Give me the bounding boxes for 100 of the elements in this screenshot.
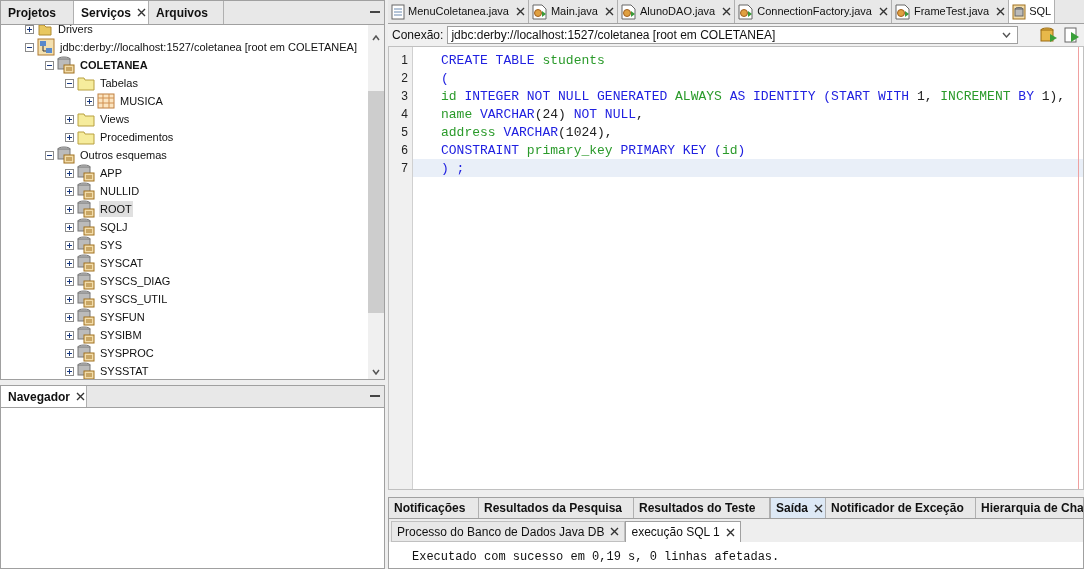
tree-item[interactable]: Outros esquemas bbox=[79, 146, 168, 164]
collapse-icon[interactable] bbox=[25, 42, 34, 52]
expand-icon[interactable] bbox=[25, 25, 34, 34]
close-icon[interactable] bbox=[725, 527, 735, 537]
line-number: 3 bbox=[400, 88, 409, 105]
file-icon bbox=[391, 3, 405, 20]
expand-icon[interactable] bbox=[65, 276, 74, 286]
output-subtab[interactable]: execução SQL 1 bbox=[625, 521, 741, 542]
scrollbar[interactable] bbox=[368, 25, 384, 379]
run-file-icon[interactable] bbox=[1064, 27, 1080, 43]
tree-item[interactable]: ROOT bbox=[99, 200, 133, 218]
close-icon[interactable] bbox=[722, 7, 732, 16]
tree-item[interactable]: Procedimentos bbox=[99, 128, 175, 146]
expand-icon[interactable] bbox=[65, 240, 74, 250]
database-icon bbox=[57, 146, 75, 164]
tree-item[interactable]: MUSICA bbox=[119, 92, 164, 110]
expand-icon[interactable] bbox=[65, 330, 74, 340]
close-icon[interactable] bbox=[814, 503, 823, 513]
database-icon bbox=[77, 344, 95, 362]
file-icon bbox=[738, 3, 755, 20]
tree-item[interactable]: SYSCS_DIAG bbox=[99, 272, 172, 290]
expand-icon[interactable] bbox=[65, 312, 74, 322]
connection-icon bbox=[37, 38, 55, 56]
close-icon[interactable] bbox=[515, 7, 525, 16]
file-icon bbox=[894, 3, 911, 20]
table-icon bbox=[97, 93, 115, 109]
line-number: 4 bbox=[400, 106, 409, 123]
minimize-icon[interactable] bbox=[370, 395, 380, 398]
tree-item[interactable]: Tabelas bbox=[99, 74, 139, 92]
database-icon bbox=[77, 290, 95, 308]
tree-item[interactable]: APP bbox=[99, 164, 123, 182]
database-icon bbox=[77, 326, 95, 344]
close-icon[interactable] bbox=[996, 7, 1006, 16]
panel-tab[interactable]: Navegador bbox=[1, 386, 87, 407]
expand-icon[interactable] bbox=[65, 186, 74, 196]
database-icon bbox=[77, 272, 95, 290]
output-subtab[interactable]: Processo do Banco de Dados Java DB bbox=[391, 521, 626, 542]
tree-item[interactable]: SYSPROC bbox=[99, 344, 155, 362]
editor-tab[interactable]: SQL bbox=[1009, 0, 1056, 23]
line-number: 2 bbox=[400, 70, 409, 87]
expand-icon[interactable] bbox=[65, 114, 74, 124]
expand-icon[interactable] bbox=[65, 222, 74, 232]
line-number: 7 bbox=[400, 160, 409, 177]
tree-item[interactable]: NULLID bbox=[99, 182, 141, 200]
expand-icon[interactable] bbox=[85, 96, 94, 106]
output-message: Executado com sucesso em 0,19 s, 0 linhas afetadas. bbox=[412, 549, 781, 566]
output-tab[interactable]: Saída bbox=[770, 498, 826, 518]
folder-icon bbox=[77, 129, 95, 145]
collapse-icon[interactable] bbox=[45, 150, 54, 160]
collapse-icon[interactable] bbox=[45, 60, 54, 70]
close-icon[interactable] bbox=[76, 392, 86, 401]
tree-item[interactable]: jdbc:derby://localhost:1527/coletanea [root em COLETANEA] bbox=[59, 38, 358, 56]
code-line: CONSTRAINT primary_key PRIMARY KEY (id) bbox=[441, 143, 746, 158]
tree-item[interactable]: Drivers bbox=[57, 25, 94, 38]
tree-item[interactable]: SYSCS_UTIL bbox=[99, 290, 169, 308]
tree-item[interactable]: SYSIBM bbox=[99, 326, 143, 344]
tree-item[interactable]: SYSCAT bbox=[99, 254, 145, 272]
database-icon bbox=[77, 236, 95, 254]
minimize-icon[interactable] bbox=[370, 11, 380, 14]
tree-item[interactable]: SYS bbox=[99, 236, 123, 254]
code-line: id INTEGER NOT NULL GENERATED ALWAYS AS IDENTITY (START WITH 1, INCREMENT BY 1), bbox=[441, 89, 1066, 104]
scroll-down-icon[interactable] bbox=[372, 369, 380, 375]
expand-icon[interactable] bbox=[65, 258, 74, 268]
expand-icon[interactable] bbox=[65, 294, 74, 304]
line-number: 1 bbox=[400, 52, 409, 69]
database-icon bbox=[77, 164, 95, 182]
tree-item[interactable]: SQLJ bbox=[99, 218, 129, 236]
close-icon[interactable] bbox=[605, 7, 614, 16]
expand-icon[interactable] bbox=[65, 348, 74, 358]
expand-icon[interactable] bbox=[65, 204, 74, 214]
scroll-thumb[interactable] bbox=[368, 91, 384, 313]
folder-icon bbox=[77, 111, 95, 127]
panel-tab[interactable]: Serviços bbox=[74, 1, 149, 24]
tree-item[interactable]: SYSFUN bbox=[99, 308, 146, 326]
close-icon[interactable] bbox=[878, 7, 888, 16]
editor-tab[interactable]: MenuColetanea.java bbox=[388, 0, 529, 23]
database-icon bbox=[77, 254, 95, 272]
expand-icon[interactable] bbox=[65, 366, 74, 376]
expand-icon[interactable] bbox=[65, 132, 74, 142]
line-number: 5 bbox=[400, 124, 409, 141]
database-icon bbox=[57, 56, 75, 74]
editor-tab[interactable]: AlunoDAO.java bbox=[618, 0, 736, 23]
connection-dropdown[interactable]: jdbc:derby://localhost:1527/coletanea [root em COLETANEA] bbox=[447, 26, 1018, 44]
close-icon[interactable] bbox=[610, 527, 620, 536]
database-icon bbox=[77, 218, 95, 236]
database-icon bbox=[77, 182, 95, 200]
folder-icon bbox=[77, 75, 95, 91]
tree-item[interactable]: COLETANEA bbox=[79, 56, 149, 74]
editor-tab[interactable]: ConnectionFactory.java bbox=[735, 0, 892, 23]
collapse-icon[interactable] bbox=[65, 78, 74, 88]
close-icon[interactable] bbox=[137, 8, 147, 17]
tree-item[interactable]: SYSSTAT bbox=[99, 362, 150, 379]
code-line: address VARCHAR(1024), bbox=[441, 125, 613, 140]
tree-item[interactable]: Views bbox=[99, 110, 131, 128]
expand-icon[interactable] bbox=[65, 168, 74, 178]
scroll-up-icon[interactable] bbox=[372, 35, 380, 41]
line-number: 6 bbox=[400, 142, 409, 159]
run-sql-icon[interactable] bbox=[1040, 27, 1058, 43]
code-line: ) ; bbox=[441, 161, 465, 176]
file-icon bbox=[621, 3, 637, 20]
